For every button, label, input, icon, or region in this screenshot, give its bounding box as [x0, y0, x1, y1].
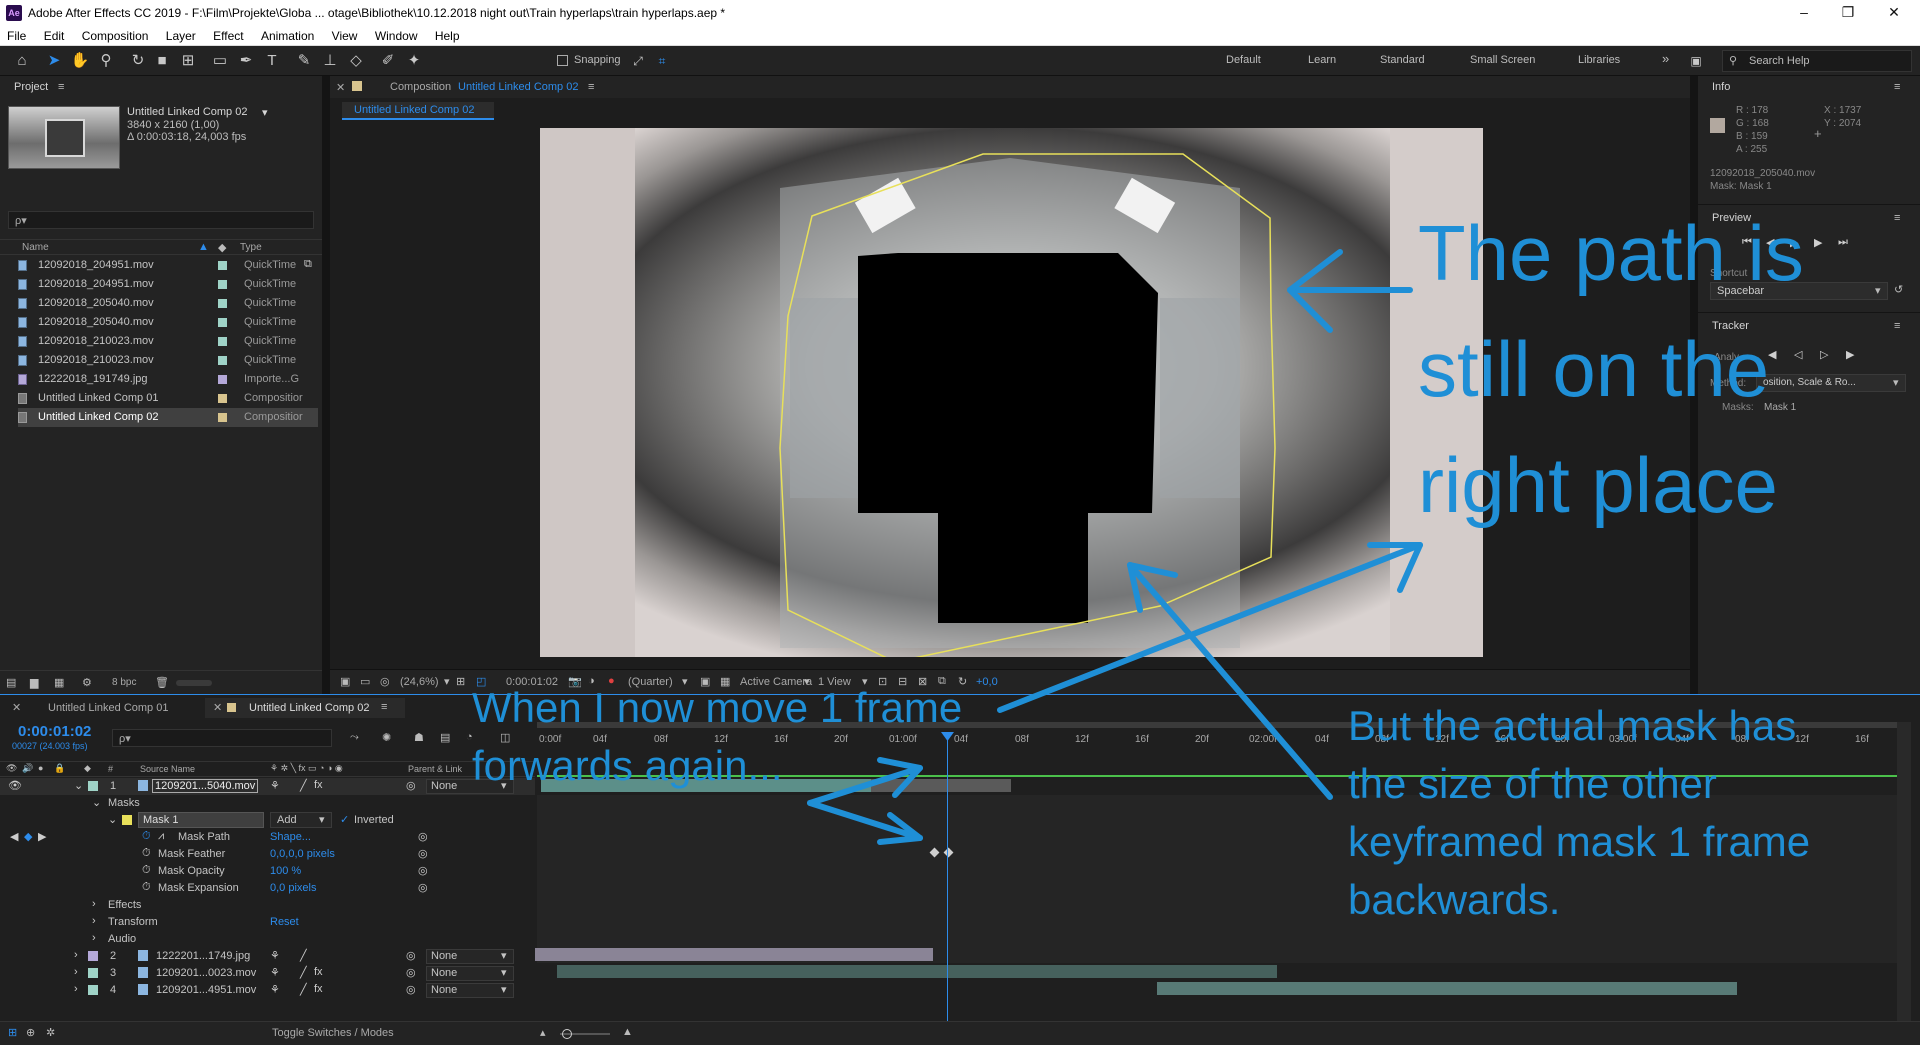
annotation-mask-line-3: keyframed mask 1 frame	[1348, 818, 1811, 865]
annotation-path-line-1: The path is	[1418, 209, 1804, 297]
annotation-move-line-2: forwards again...	[472, 742, 783, 789]
annotation-path-line-3: right place	[1418, 441, 1778, 529]
annotation-path-line-2: still on the	[1418, 325, 1770, 413]
annotation-move-line-1: When I now move 1 frame	[472, 684, 963, 731]
annotation-mask-line-4: backwards.	[1348, 876, 1561, 923]
annotation-mask-line-1: But the actual mask has	[1348, 702, 1797, 749]
annotation-mask-line-2: the size of the other	[1348, 760, 1717, 807]
arrow-to-canvas	[997, 542, 1423, 713]
arrow-to-mask	[1127, 562, 1333, 800]
arrow-to-keyframe-2	[807, 800, 923, 841]
